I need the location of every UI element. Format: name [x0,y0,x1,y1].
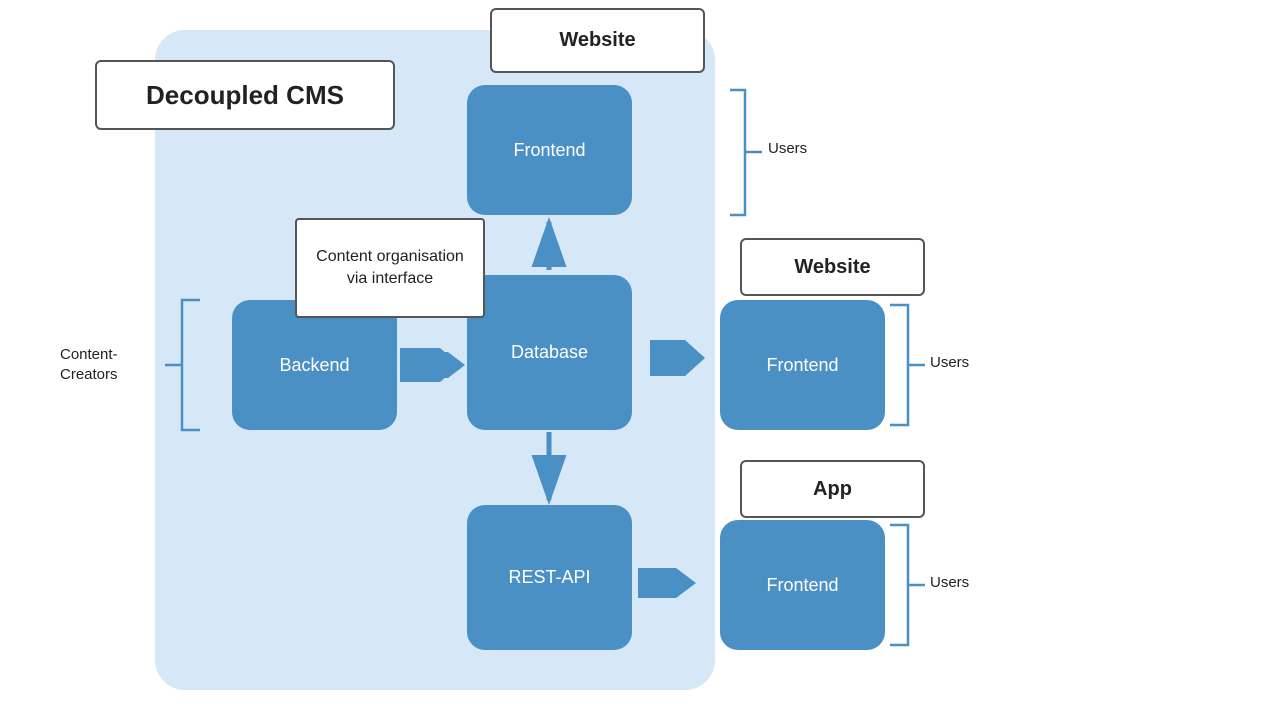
app-label: App [813,478,852,501]
database-label: Database [511,342,588,363]
node-database: Database [467,275,632,430]
decoupled-cms-box: Decoupled CMS [95,60,395,130]
users-top-text: Users [768,140,807,157]
node-backend: Backend [232,300,397,430]
website-mid-label: Website [794,256,870,279]
diagram-container: Decoupled CMS Website Website App Conten… [0,0,1280,720]
website-top-box: Website [490,8,705,73]
decoupled-cms-label: Decoupled CMS [146,80,344,111]
restapi-label: REST-API [508,567,590,588]
users-bot-label: Users [930,574,969,591]
node-frontend-mid: Frontend [720,300,885,430]
frontend-mid-label: Frontend [766,355,838,376]
users-top-label: Users [768,140,807,157]
node-frontend-bot: Frontend [720,520,885,650]
users-bot-text: Users [930,574,969,591]
frontend-bot-label: Frontend [766,575,838,596]
users-mid-text: Users [930,354,969,371]
node-frontend-top: Frontend [467,85,632,215]
website-top-label: Website [559,29,635,52]
content-org-box: Content organisation via interface [295,218,485,318]
users-mid-label: Users [930,354,969,371]
app-box: App [740,460,925,518]
content-creators-label: Content-Creators [60,345,118,384]
node-restapi: REST-API [467,505,632,650]
website-mid-box: Website [740,238,925,296]
backend-label: Backend [279,355,349,376]
content-org-label: Content organisation via interface [305,246,475,291]
frontend-top-label: Frontend [513,140,585,161]
